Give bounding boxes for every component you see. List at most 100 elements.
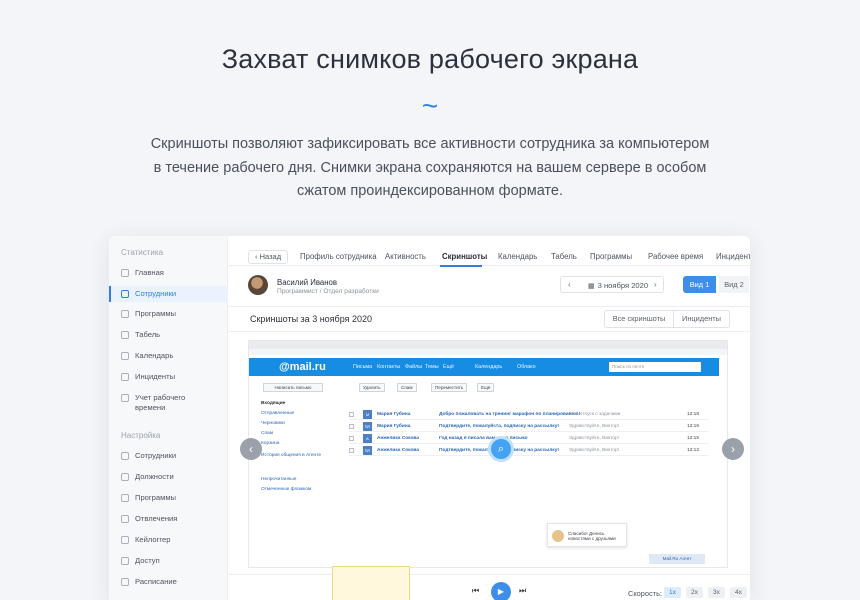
speed-1x-button[interactable]: 1x (664, 587, 681, 598)
mail-nav-item: Файлы (405, 364, 423, 370)
tab-screenshots[interactable]: Скриншоты (442, 252, 487, 261)
tab-profile[interactable]: Профиль сотрудника (300, 252, 377, 261)
sidebar-item-keylogger[interactable]: Кейлоггер (109, 535, 228, 553)
zoom-icon[interactable]: ⌕ (488, 436, 514, 462)
screenshots-header: Скриншоты за 3 ноября 2020 Все скриншоты… (228, 306, 750, 332)
app-window: Статистика Главная Сотрудники Программы … (109, 236, 750, 600)
hero-description-line: Скриншоты позволяют зафиксировать все ак… (150, 136, 710, 152)
mail-write-button: Написать письмо (263, 383, 323, 392)
sidebar: Статистика Главная Сотрудники Программы … (109, 236, 228, 600)
prev-screenshot-button[interactable]: ‹ (240, 438, 262, 460)
tab-worktime[interactable]: Рабочее время (648, 252, 703, 261)
mail-folder: Отмеченные флажком (261, 487, 312, 492)
user-role: Программист / Отдел разработки (277, 288, 379, 295)
mail-delete: Удалить (359, 383, 385, 392)
mail-folders: Входящие Отправленные Черновики Спам Кор… (261, 401, 343, 521)
mail-folder: Спам (261, 431, 274, 436)
mail-agent-button: Mail.Ru Агент (649, 554, 705, 564)
screenshots-title: Скриншоты за 3 ноября 2020 (250, 314, 373, 324)
window-icon (121, 310, 129, 318)
mail-nav-item: Контакты (377, 364, 401, 370)
browser-tabstrip (249, 341, 727, 349)
hero-description: Скриншоты позволяют зафиксировать все ак… (130, 133, 730, 204)
mail-folder: Входящие (261, 401, 286, 406)
mail-move: Переместить (431, 383, 468, 392)
speed-3x-button[interactable]: 3x (708, 587, 725, 598)
page-title: Захват снимков рабочего экрана (221, 44, 639, 74)
sidebar-section-settings: Настройка (121, 431, 161, 440)
skip-forward-icon[interactable]: ⏭ (519, 586, 526, 596)
mail-nav-item: Облако (517, 364, 536, 370)
next-screenshot-button[interactable]: › (722, 438, 744, 460)
sidebar-item-settings-employees[interactable]: Сотрудники (109, 451, 228, 469)
view-2-button[interactable]: Вид 2 (719, 276, 749, 293)
hero-description-line: сжатом проиндексированном формате. (296, 183, 564, 199)
user-icon (121, 452, 129, 460)
tilde-decoration: ~ (421, 90, 439, 121)
tab-calendar[interactable]: Календарь (498, 252, 537, 261)
mail-nav-item: Ещё (443, 364, 455, 370)
back-button[interactable]: ‹ Назад (248, 250, 289, 264)
speed-4x-button[interactable]: 4x (730, 587, 747, 598)
sidebar-item-timesheet[interactable]: Табель (109, 330, 228, 348)
browser-bookmarks (249, 349, 727, 355)
main-panel: ‹ Назад Профиль сотрудника Активность Ск… (228, 236, 750, 600)
date-value: ▦ 3 ноября 2020 (588, 281, 648, 290)
user-name: Василий Иванов (277, 278, 337, 287)
sidebar-item-access[interactable]: Доступ (109, 556, 228, 574)
keyboard-icon (121, 536, 129, 544)
sidebar-item-worktime[interactable]: Учет рабочего времени (109, 393, 228, 417)
avatar (248, 275, 268, 295)
skip-back-icon[interactable]: ⏮ (472, 586, 479, 596)
tab-programs[interactable]: Программы (590, 252, 632, 261)
tab-activity[interactable]: Активность (385, 252, 426, 261)
sidebar-item-distractions[interactable]: Отвлечения (109, 514, 228, 532)
mail-toolbar: Удалить Спам Переместить Ещё (347, 383, 709, 393)
tab-timesheet[interactable]: Табель (551, 252, 577, 261)
sidebar-item-incidents[interactable]: Инциденты (109, 372, 228, 390)
calendar-icon (121, 352, 129, 360)
mail-folder: История общения в Агенте (261, 453, 322, 458)
sidebar-item-calendar[interactable]: Календарь (109, 351, 228, 369)
mail-nav-item: Календарь (475, 364, 503, 370)
sidebar-item-home[interactable]: Главная (109, 268, 228, 286)
mail-nav-item: Темы (425, 364, 439, 370)
calendar-icon: ▦ (588, 283, 595, 290)
mail-folder: Непрочитанные (261, 477, 297, 482)
mail-row: М Мария Губина Добро пожаловать на тренинг… (349, 409, 709, 420)
mail-folder: Отправленные (261, 411, 295, 416)
mail-popup: Спасибо! Делись новостями с друзьями (547, 523, 627, 547)
briefcase-icon (121, 473, 129, 481)
grid-icon (121, 269, 129, 277)
play-button[interactable]: ▶ (491, 582, 511, 600)
mail-folder: Корзина (261, 441, 280, 446)
speed-label: Скорость: (628, 589, 662, 598)
mail-row: SR Мария Губина Подтвердите, пожалуйста, п… (349, 421, 709, 432)
date-text: 3 ноября 2020 (597, 281, 649, 290)
sidebar-item-schedule[interactable]: Расписание (109, 577, 228, 595)
lock-icon (121, 557, 129, 565)
mail-row: А Анжелика Сокова Год назад я писала вам о… (349, 433, 709, 444)
sidebar-item-programs[interactable]: Программы (109, 309, 228, 327)
mail-search: Поиск по почте (609, 362, 701, 372)
table-icon (121, 331, 129, 339)
date-picker[interactable]: ‹ ▦ 3 ноября 2020 › (560, 276, 664, 293)
timeline-thumbnail[interactable] (332, 566, 410, 600)
view-1-button[interactable]: Вид 1 (683, 276, 716, 293)
window-icon (121, 494, 129, 502)
sidebar-item-positions[interactable]: Должности (109, 472, 228, 490)
speed-2x-button[interactable]: 2x (686, 587, 703, 598)
sidebar-item-settings-programs[interactable]: Программы (109, 493, 228, 511)
sidebar-item-employees[interactable]: Сотрудники (109, 286, 228, 302)
user-icon (121, 290, 129, 298)
date-prev-button[interactable]: ‹ (568, 280, 571, 289)
playback-bar: ⏮ ▶ ⏭ Скорость: 1x 2x 3x 4x (228, 566, 750, 600)
date-next-button[interactable]: › (654, 280, 657, 289)
incidents-filter-button[interactable]: Инциденты (674, 310, 730, 328)
mail-more: Ещё (477, 383, 495, 392)
mail-nav-item: Письма (353, 364, 373, 370)
mail-header: @mail.ru Письма Контакты Файлы Темы Ещё … (249, 358, 719, 376)
all-screenshots-button[interactable]: Все скриншоты (604, 310, 674, 328)
active-tab-indicator (440, 265, 482, 267)
tab-incidents[interactable]: Инциденты (716, 252, 750, 261)
